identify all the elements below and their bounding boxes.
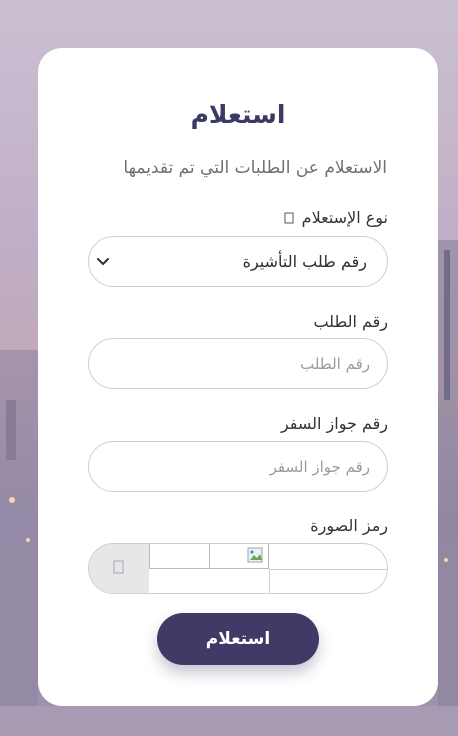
passport-number-placeholder: رقم جواز السفر bbox=[269, 458, 370, 476]
request-number-placeholder: رقم الطلب bbox=[300, 355, 370, 373]
info-icon bbox=[284, 212, 294, 224]
passport-number-input[interactable]: رقم جواز السفر bbox=[88, 441, 388, 492]
page-title: استعلام bbox=[190, 100, 286, 129]
inquiry-card: استعلام الاستعلام عن الطلبات التي تم تقد… bbox=[38, 48, 438, 706]
inquiry-type-label: نوع الإستعلام bbox=[284, 208, 388, 227]
captcha-field bbox=[88, 543, 388, 594]
chevron-down-icon bbox=[97, 258, 109, 265]
inquiry-type-selected-value: رقم طلب التأشيرة bbox=[242, 252, 367, 271]
broken-image-icon bbox=[209, 544, 269, 569]
request-number-label: رقم الطلب bbox=[313, 312, 388, 331]
captcha-label: رمز الصورة bbox=[310, 516, 388, 535]
passport-number-label: رقم جواز السفر bbox=[280, 414, 388, 433]
refresh-icon bbox=[113, 560, 124, 578]
request-number-input[interactable]: رقم الطلب bbox=[88, 338, 388, 389]
inquiry-type-select[interactable]: رقم طلب التأشيرة bbox=[88, 236, 388, 287]
inquiry-type-label-text: نوع الإستعلام bbox=[301, 208, 388, 227]
inquiry-submit-button[interactable]: استعلام bbox=[157, 613, 319, 665]
page-subtitle: الاستعلام عن الطلبات التي تم تقديمها bbox=[123, 158, 387, 178]
captcha-refresh-button[interactable] bbox=[89, 544, 149, 593]
captcha-input[interactable] bbox=[269, 569, 387, 593]
